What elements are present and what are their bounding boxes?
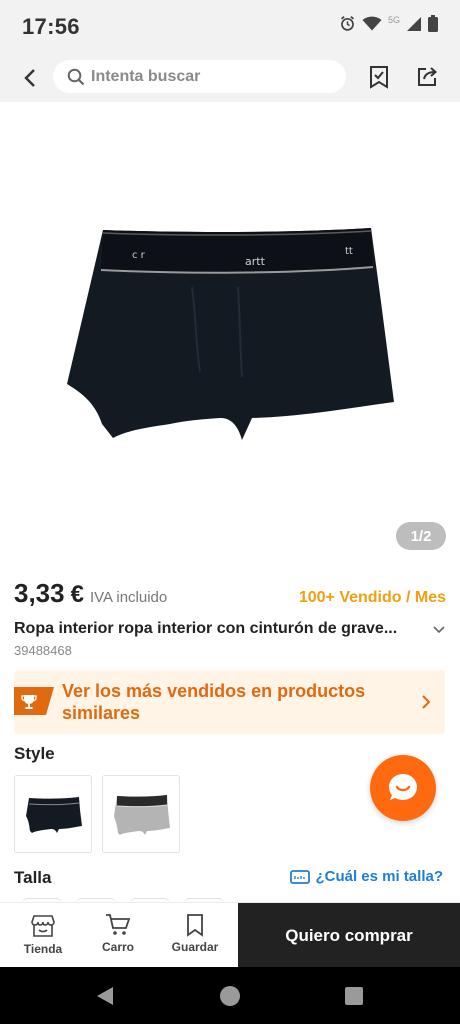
nav-back-button[interactable] [92,983,118,1009]
sold-count-label: 100+ Vendido / Mes [298,589,446,606]
chat-button[interactable] [370,755,436,821]
network-label: 5G [387,14,400,25]
shop-label: Tienda [23,942,63,956]
size-guide-label: ¿Cuál es mi talla? [315,868,443,885]
save-label: Guardar [171,940,219,954]
product-id: 39488468 [14,643,72,658]
style-thumbnail-gray [114,795,170,835]
status-icons: 5G [339,15,438,32]
style-thumbnail-black [26,797,82,833]
product-title-row[interactable]: Ropa interior ropa interior con cinturón… [14,617,446,641]
bestseller-text: Ver los más vendidos en productos simila… [62,681,366,723]
bottom-action-bar: Tienda Carro Guardar Quiero comprar [0,902,460,968]
shop-button[interactable]: Tienda [13,913,73,956]
svg-text:tt: tt [345,246,353,257]
top-bar: Intenta buscar [0,54,460,102]
battery-icon [428,15,438,32]
image-counter-badge: 1/2 [396,522,446,550]
bookmark-check-icon [370,66,388,89]
cart-label: Carro [101,940,134,954]
search-placeholder: Intenta buscar [91,67,201,85]
nav-home-icon [220,986,240,1006]
search-input[interactable]: Intenta buscar [53,60,346,93]
status-time: 17:56 [22,14,80,39]
ruler-icon [290,869,311,884]
nav-recents-button[interactable] [341,983,367,1009]
bestseller-banner[interactable]: Ver los más vendidos en productos simila… [14,670,445,734]
svg-text:c r: c r [132,250,146,261]
share-button[interactable] [414,64,440,90]
price-value: 3,33 [14,578,65,608]
cart-icon [106,914,131,935]
shop-icon [31,915,55,937]
product-photo: c r artt tt [67,228,394,440]
trophy-icon [14,687,54,715]
search-icon [67,68,85,85]
product-title: Ropa interior ropa interior con cinturón… [14,620,398,637]
save-button[interactable]: Guardar [165,913,225,954]
system-nav-bar [0,967,460,1024]
buy-button[interactable]: Quiero comprar [238,903,460,968]
nav-home-button[interactable] [217,983,243,1009]
size-label: Talla [14,868,52,887]
style-label: Style [14,744,55,763]
nav-recents-icon [345,987,363,1005]
back-arrow-icon [24,69,35,87]
vat-label: IVA incluido [89,589,168,606]
wifi-icon [362,16,382,31]
chat-bubble-icon [389,774,417,800]
cart-button[interactable]: Carro [88,913,148,954]
signal-icon [407,16,421,31]
chevron-down-icon [433,626,445,634]
chevron-right-icon [422,695,431,709]
price-row: 3,33 € IVA incluido 100+ Vendido / Mes [14,578,446,612]
product-brand-print: artt [245,255,266,268]
status-bar: 17:56 5G [0,0,460,54]
bookmark-icon [187,914,203,937]
back-button[interactable] [16,64,44,92]
nav-back-icon [97,987,113,1005]
bookmark-button[interactable] [366,64,392,90]
style-option-gray[interactable] [102,775,180,853]
style-option-black[interactable] [14,775,92,853]
price-currency: € [70,581,84,608]
alarm-icon [340,16,354,31]
share-icon [418,67,438,86]
size-guide-link[interactable]: ¿Cuál es mi talla? [290,868,443,885]
product-image-gallery[interactable]: c r artt tt 1/2 [0,102,460,562]
